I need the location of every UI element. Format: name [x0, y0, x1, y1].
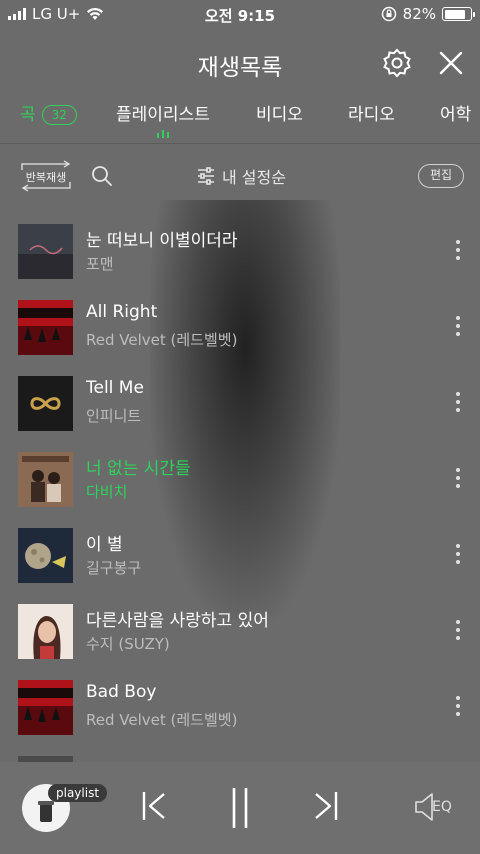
repeat-label: 반복재생	[25, 171, 67, 184]
song-row[interactable]: 다른사람을 사랑하고 있어 수지 (SUZY)	[0, 592, 480, 668]
song-row[interactable]: 눈 떠보니 이별이더라 포맨	[0, 212, 480, 288]
pause-button[interactable]	[226, 786, 254, 834]
song-artist: 다비치	[86, 483, 128, 501]
tab-playlist[interactable]: 플레이리스트	[116, 100, 210, 125]
list-toolbar: 반복재생 내 설정순 편집	[0, 158, 480, 194]
more-options-button[interactable]	[448, 542, 468, 566]
tab-video[interactable]: 비디오	[256, 100, 303, 125]
settings-button[interactable]	[380, 46, 414, 80]
song-artist: Red Velvet (레드벨벳)	[86, 331, 238, 349]
search-icon	[92, 166, 112, 186]
song-title: 너 없는 시간들	[86, 459, 191, 479]
status-bar: LG U+ 오전 9:15 82%	[0, 0, 480, 28]
song-artist: Red Velvet (레드벨벳)	[86, 711, 238, 729]
song-title: 다른사람을 사랑하고 있어	[86, 611, 269, 631]
playlist-tag[interactable]: playlist	[48, 784, 108, 802]
battery-fill	[444, 9, 465, 19]
tab-playlist-label: 플레이리스트	[116, 105, 210, 125]
status-right: 82%	[381, 5, 475, 23]
song-list: 눈 떠보니 이별이더라 포맨 All Right Red Velvet (레드벨…	[0, 212, 480, 762]
song-title: Tell Me	[86, 378, 144, 398]
battery-icon	[442, 7, 475, 21]
song-count-badge: 32	[41, 105, 77, 125]
next-button[interactable]	[312, 786, 340, 830]
pause-icon	[232, 788, 248, 828]
more-options-button[interactable]	[448, 466, 468, 490]
song-artist: 포맨	[86, 255, 114, 273]
song-artist: 인피니트	[86, 407, 142, 425]
gear-icon	[383, 48, 411, 78]
song-title: Bad Boy	[86, 682, 157, 702]
more-options-button[interactable]	[448, 390, 468, 414]
song-artist: 길구봉구	[86, 559, 142, 577]
more-options-button[interactable]	[448, 238, 468, 262]
song-row[interactable]: Tell Me 인피니트	[0, 364, 480, 440]
previous-icon	[142, 792, 165, 820]
song-row[interactable]: All Right Red Velvet (레드벨벳)	[0, 288, 480, 364]
tab-radio-label: 라디오	[348, 105, 395, 125]
album-cover	[18, 680, 73, 735]
song-row-partial[interactable]	[0, 744, 480, 762]
tab-bar: 곡 32 플레이리스트 비디오 라디오 어학	[0, 96, 480, 144]
album-cover	[18, 376, 73, 431]
previous-button[interactable]	[140, 786, 168, 830]
search-button[interactable]	[90, 164, 114, 188]
more-options-button[interactable]	[448, 618, 468, 642]
sort-label: 내 설정순	[222, 168, 286, 187]
album-cover	[18, 452, 73, 507]
close-button[interactable]	[434, 46, 468, 80]
next-icon	[315, 792, 338, 820]
eq-label: EQ	[432, 799, 452, 815]
album-cover	[18, 224, 73, 279]
tab-language-label: 어학	[440, 105, 472, 125]
album-cover	[18, 300, 73, 355]
tab-radio[interactable]: 라디오	[348, 100, 395, 125]
mini-player: playlist EQ	[0, 762, 480, 854]
sliders-icon	[198, 167, 214, 185]
now-playing-indicator-icon	[157, 130, 169, 138]
song-title: 눈 떠보니 이별이더라	[86, 231, 238, 251]
song-title: All Right	[86, 302, 158, 322]
header: 재생목록	[0, 42, 480, 86]
battery-percent: 82%	[402, 5, 436, 23]
edit-button[interactable]: 편집	[418, 164, 464, 188]
more-options-button[interactable]	[448, 314, 468, 338]
song-title: 이 별	[86, 535, 123, 555]
sort-button[interactable]: 내 설정순	[196, 163, 286, 189]
eq-button[interactable]: EQ	[414, 792, 452, 822]
tab-language[interactable]: 어학	[440, 100, 471, 125]
song-row-playing[interactable]: 너 없는 시간들 다비치	[0, 440, 480, 516]
album-cover	[18, 604, 73, 659]
tab-songs[interactable]: 곡 32	[20, 100, 77, 125]
song-row[interactable]: 이 별 길구봉구	[0, 516, 480, 592]
album-cover	[18, 528, 73, 583]
tab-video-label: 비디오	[256, 105, 303, 125]
song-artist: 수지 (SUZY)	[86, 635, 170, 653]
tab-songs-label: 곡	[20, 105, 36, 125]
song-row[interactable]: Bad Boy Red Velvet (레드벨벳)	[0, 668, 480, 744]
more-options-button[interactable]	[448, 694, 468, 718]
close-icon	[439, 51, 463, 75]
repeat-button[interactable]: 반복재생	[18, 160, 74, 192]
rotation-lock-icon	[381, 6, 396, 22]
